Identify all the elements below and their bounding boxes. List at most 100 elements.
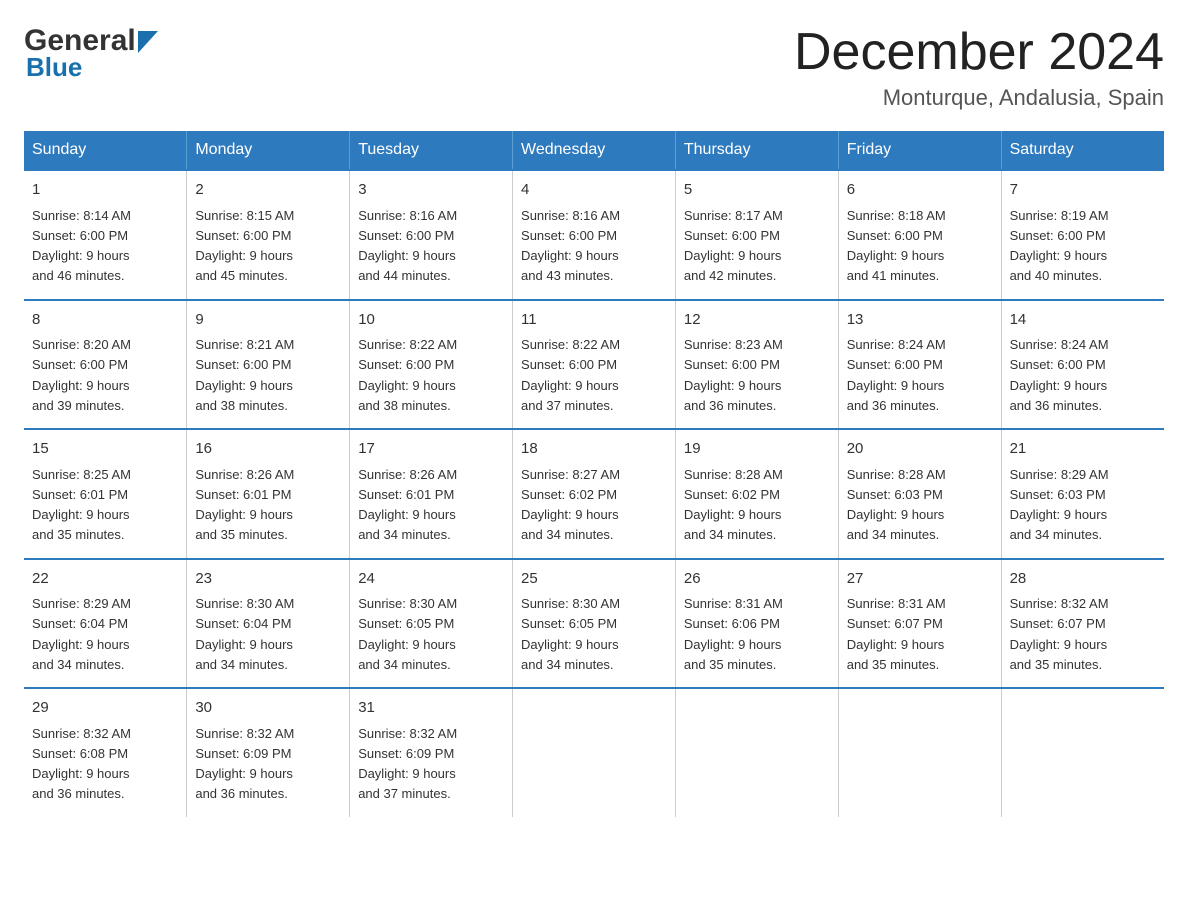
table-row: 23 Sunrise: 8:30 AMSunset: 6:04 PMDayligh…: [187, 559, 350, 689]
day-number: 10: [358, 309, 504, 332]
day-number: 5: [684, 179, 830, 202]
day-info: Sunrise: 8:25 AMSunset: 6:01 PMDaylight:…: [32, 467, 131, 543]
table-row: 14 Sunrise: 8:24 AMSunset: 6:00 PMDayligh…: [1001, 300, 1164, 430]
table-row: 2Sunrise: 8:15 AMSunset: 6:00 PMDaylight…: [187, 170, 350, 300]
day-info: Sunrise: 8:24 AMSunset: 6:00 PMDaylight:…: [847, 337, 946, 413]
calendar-week-row: 29Sunrise: 8:32 AMSunset: 6:08 PMDayligh…: [24, 688, 1164, 817]
day-info: Sunrise: 8:24 AMSunset: 6:00 PMDaylight:…: [1010, 337, 1109, 413]
day-number: 28: [1010, 568, 1156, 591]
table-row: 9 Sunrise: 8:21 AMSunset: 6:00 PMDaylight…: [187, 300, 350, 430]
logo-arrow-icon: [138, 31, 158, 53]
day-info: Sunrise: 8:29 AMSunset: 6:04 PMDaylight:…: [32, 596, 131, 672]
calendar-week-row: 1Sunrise: 8:14 AMSunset: 6:00 PMDaylight…: [24, 170, 1164, 300]
table-row: 22 Sunrise: 8:29 AMSunset: 6:04 PMDayligh…: [24, 559, 187, 689]
day-number: 23: [195, 568, 341, 591]
day-info: Sunrise: 8:18 AMSunset: 6:00 PMDaylight:…: [847, 208, 946, 284]
day-number: 4: [521, 179, 667, 202]
table-row: 8 Sunrise: 8:20 AMSunset: 6:00 PMDaylight…: [24, 300, 187, 430]
day-number: 3: [358, 179, 504, 202]
day-info: Sunrise: 8:31 AMSunset: 6:06 PMDaylight:…: [684, 596, 783, 672]
day-number: 11: [521, 309, 667, 332]
day-number: 8: [32, 309, 178, 332]
day-number: 6: [847, 179, 993, 202]
table-row: [513, 688, 676, 817]
col-tuesday: Tuesday: [350, 131, 513, 170]
table-row: 12Sunrise: 8:23 AMSunset: 6:00 PMDayligh…: [675, 300, 838, 430]
day-info: Sunrise: 8:29 AMSunset: 6:03 PMDaylight:…: [1010, 467, 1109, 543]
table-row: 7 Sunrise: 8:19 AMSunset: 6:00 PMDaylight…: [1001, 170, 1164, 300]
day-number: 2: [195, 179, 341, 202]
table-row: [675, 688, 838, 817]
day-info: Sunrise: 8:26 AMSunset: 6:01 PMDaylight:…: [195, 467, 294, 543]
table-row: 19Sunrise: 8:28 AMSunset: 6:02 PMDayligh…: [675, 429, 838, 559]
day-number: 7: [1010, 179, 1156, 202]
day-info: Sunrise: 8:30 AMSunset: 6:04 PMDaylight:…: [195, 596, 294, 672]
day-info: Sunrise: 8:16 AMSunset: 6:00 PMDaylight:…: [521, 208, 620, 284]
day-info: Sunrise: 8:32 AMSunset: 6:07 PMDaylight:…: [1010, 596, 1109, 672]
day-number: 22: [32, 568, 178, 591]
day-number: 13: [847, 309, 993, 332]
table-row: 21 Sunrise: 8:29 AMSunset: 6:03 PMDayligh…: [1001, 429, 1164, 559]
col-sunday: Sunday: [24, 131, 187, 170]
day-info: Sunrise: 8:26 AMSunset: 6:01 PMDaylight:…: [358, 467, 457, 543]
table-row: 16 Sunrise: 8:26 AMSunset: 6:01 PMDayligh…: [187, 429, 350, 559]
logo: General Blue: [24, 24, 158, 83]
day-number: 30: [195, 697, 341, 720]
table-row: 28 Sunrise: 8:32 AMSunset: 6:07 PMDayligh…: [1001, 559, 1164, 689]
day-number: 17: [358, 438, 504, 461]
day-info: Sunrise: 8:20 AMSunset: 6:00 PMDaylight:…: [32, 337, 131, 413]
table-row: 30 Sunrise: 8:32 AMSunset: 6:09 PMDayligh…: [187, 688, 350, 817]
table-row: 1Sunrise: 8:14 AMSunset: 6:00 PMDaylight…: [24, 170, 187, 300]
day-number: 25: [521, 568, 667, 591]
day-info: Sunrise: 8:17 AMSunset: 6:00 PMDaylight:…: [684, 208, 783, 284]
day-number: 14: [1010, 309, 1156, 332]
day-info: Sunrise: 8:27 AMSunset: 6:02 PMDaylight:…: [521, 467, 620, 543]
table-row: 20 Sunrise: 8:28 AMSunset: 6:03 PMDayligh…: [838, 429, 1001, 559]
table-row: 17 Sunrise: 8:26 AMSunset: 6:01 PMDayligh…: [350, 429, 513, 559]
day-info: Sunrise: 8:19 AMSunset: 6:00 PMDaylight:…: [1010, 208, 1109, 284]
logo-blue-text: Blue: [26, 52, 82, 83]
calendar-subtitle: Monturque, Andalusia, Spain: [794, 85, 1164, 111]
table-row: 26 Sunrise: 8:31 AMSunset: 6:06 PMDayligh…: [675, 559, 838, 689]
table-row: 25 Sunrise: 8:30 AMSunset: 6:05 PMDayligh…: [513, 559, 676, 689]
col-saturday: Saturday: [1001, 131, 1164, 170]
calendar-week-row: 15 Sunrise: 8:25 AMSunset: 6:01 PMDayligh…: [24, 429, 1164, 559]
day-info: Sunrise: 8:21 AMSunset: 6:00 PMDaylight:…: [195, 337, 294, 413]
table-row: 4 Sunrise: 8:16 AMSunset: 6:00 PMDaylight…: [513, 170, 676, 300]
day-info: Sunrise: 8:31 AMSunset: 6:07 PMDaylight:…: [847, 596, 946, 672]
table-row: 15 Sunrise: 8:25 AMSunset: 6:01 PMDayligh…: [24, 429, 187, 559]
day-number: 12: [684, 309, 830, 332]
day-info: Sunrise: 8:16 AMSunset: 6:00 PMDaylight:…: [358, 208, 457, 284]
table-row: 27 Sunrise: 8:31 AMSunset: 6:07 PMDayligh…: [838, 559, 1001, 689]
table-row: [838, 688, 1001, 817]
page-header: General Blue December 2024 Monturque, An…: [24, 24, 1164, 111]
day-number: 29: [32, 697, 178, 720]
day-number: 19: [684, 438, 830, 461]
day-number: 24: [358, 568, 504, 591]
col-wednesday: Wednesday: [513, 131, 676, 170]
table-row: 24 Sunrise: 8:30 AMSunset: 6:05 PMDayligh…: [350, 559, 513, 689]
day-info: Sunrise: 8:30 AMSunset: 6:05 PMDaylight:…: [521, 596, 620, 672]
calendar-week-row: 8 Sunrise: 8:20 AMSunset: 6:00 PMDaylight…: [24, 300, 1164, 430]
day-number: 21: [1010, 438, 1156, 461]
calendar-table: Sunday Monday Tuesday Wednesday Thursday…: [24, 131, 1164, 817]
table-row: 31 Sunrise: 8:32 AMSunset: 6:09 PMDayligh…: [350, 688, 513, 817]
table-row: 29Sunrise: 8:32 AMSunset: 6:08 PMDayligh…: [24, 688, 187, 817]
day-number: 9: [195, 309, 341, 332]
table-row: [1001, 688, 1164, 817]
day-number: 27: [847, 568, 993, 591]
day-number: 31: [358, 697, 504, 720]
day-number: 16: [195, 438, 341, 461]
day-info: Sunrise: 8:28 AMSunset: 6:03 PMDaylight:…: [847, 467, 946, 543]
day-number: 20: [847, 438, 993, 461]
day-info: Sunrise: 8:30 AMSunset: 6:05 PMDaylight:…: [358, 596, 457, 672]
day-number: 26: [684, 568, 830, 591]
calendar-title-area: December 2024 Monturque, Andalusia, Spai…: [794, 24, 1164, 111]
day-number: 15: [32, 438, 178, 461]
day-info: Sunrise: 8:22 AMSunset: 6:00 PMDaylight:…: [358, 337, 457, 413]
day-info: Sunrise: 8:32 AMSunset: 6:09 PMDaylight:…: [358, 726, 457, 802]
col-friday: Friday: [838, 131, 1001, 170]
col-thursday: Thursday: [675, 131, 838, 170]
day-info: Sunrise: 8:32 AMSunset: 6:09 PMDaylight:…: [195, 726, 294, 802]
table-row: 5 Sunrise: 8:17 AMSunset: 6:00 PMDaylight…: [675, 170, 838, 300]
